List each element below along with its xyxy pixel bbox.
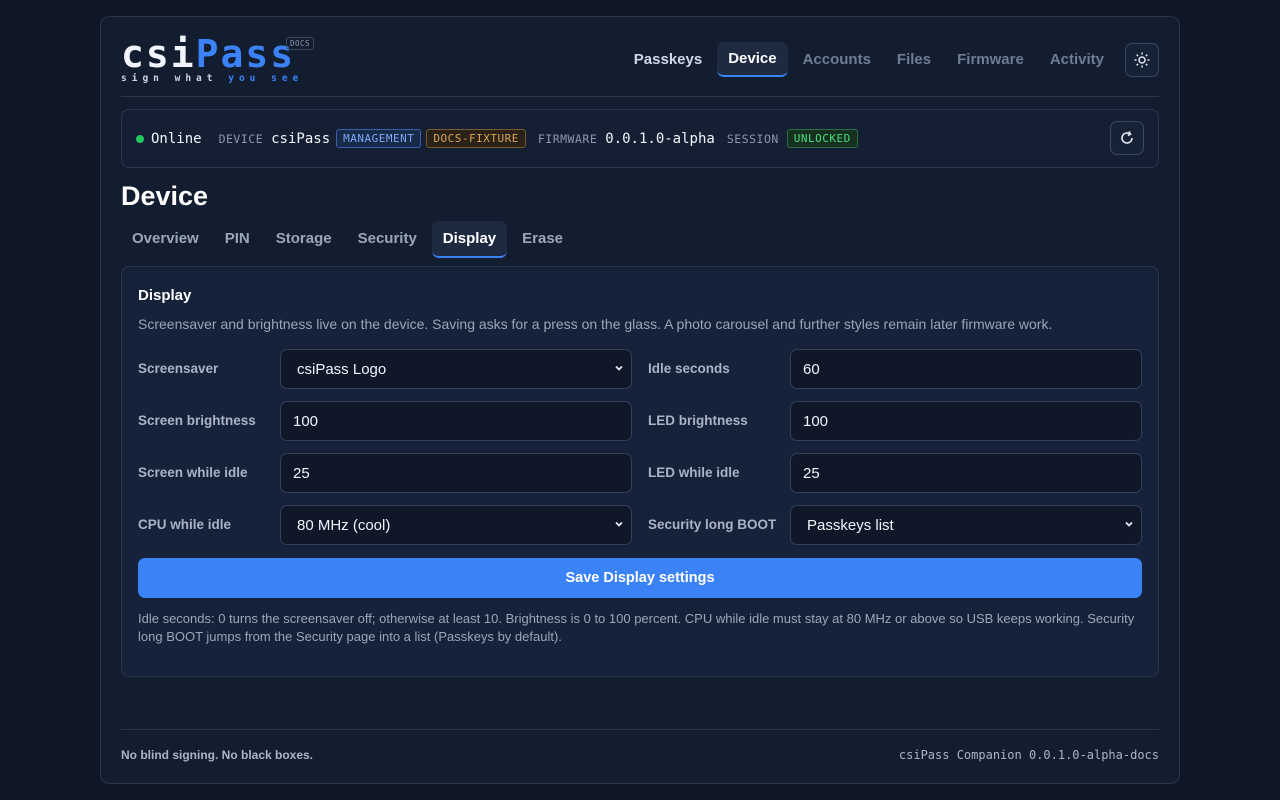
footer-tagline: No blind signing. No black boxes. bbox=[121, 748, 314, 762]
connection-state: Online bbox=[151, 130, 202, 147]
cpu-idle-select[interactable]: 80 MHz (cool) bbox=[280, 505, 632, 545]
refresh-button[interactable] bbox=[1110, 121, 1144, 155]
docs-fixture-badge: DOCS-FIXTURE bbox=[426, 129, 526, 148]
app-frame: csiPass sign what you see DOCS Passkeys … bbox=[100, 16, 1180, 784]
idle-seconds-value: 60 bbox=[803, 360, 820, 378]
led-idle-value: 25 bbox=[803, 464, 820, 482]
tab-erase[interactable]: Erase bbox=[511, 221, 574, 258]
screen-brightness-label: Screen brightness bbox=[138, 413, 256, 428]
tab-display[interactable]: Display bbox=[431, 221, 508, 258]
logo-wordmark: csiPass bbox=[121, 35, 303, 73]
session-state-badge: UNLOCKED bbox=[786, 129, 858, 148]
management-badge: MANAGEMENT bbox=[336, 129, 422, 148]
device-name: csiPass bbox=[271, 130, 331, 147]
tab-storage[interactable]: Storage bbox=[265, 221, 343, 258]
firmware-version: 0.0.1.0-alpha bbox=[605, 130, 715, 147]
screensaver-label: Screensaver bbox=[138, 361, 219, 376]
footer-version: csiPass Companion 0.0.1.0-alpha-docs bbox=[898, 748, 1159, 762]
app-header: csiPass sign what you see DOCS Passkeys … bbox=[121, 17, 1159, 97]
nav-firmware[interactable]: Firmware bbox=[946, 43, 1035, 76]
footer-divider bbox=[121, 729, 1159, 730]
chevron-down-icon bbox=[615, 365, 623, 371]
led-brightness-label: LED brightness bbox=[648, 413, 748, 428]
docs-badge: DOCS bbox=[286, 37, 315, 50]
cpu-idle-label: CPU while idle bbox=[138, 517, 232, 532]
led-idle-input[interactable]: 25 bbox=[790, 453, 1142, 493]
save-display-settings-button[interactable]: Save Display settings bbox=[138, 558, 1142, 598]
screen-brightness-value: 100 bbox=[293, 412, 319, 430]
chevron-down-icon bbox=[615, 521, 623, 527]
idle-seconds-label: Idle seconds bbox=[648, 361, 730, 376]
led-idle-label: LED while idle bbox=[648, 465, 740, 480]
tab-overview[interactable]: Overview bbox=[121, 221, 210, 258]
panel-description: Screensaver and brightness live on the d… bbox=[138, 316, 1053, 332]
led-brightness-value: 100 bbox=[803, 412, 829, 430]
help-text: Idle seconds: 0 turns the screensaver of… bbox=[138, 611, 1135, 644]
screen-brightness-input[interactable]: 100 bbox=[280, 401, 632, 441]
screen-idle-value: 25 bbox=[293, 464, 310, 482]
sun-icon bbox=[1134, 52, 1150, 67]
screensaver-select[interactable]: csiPass Logo bbox=[280, 349, 632, 389]
logo-csi: csi bbox=[121, 32, 196, 76]
security-boot-value: Passkeys list bbox=[807, 516, 894, 534]
chevron-down-icon bbox=[1125, 521, 1133, 527]
tagline-part-b: you see bbox=[228, 73, 304, 84]
firmware-key: FIRMWARE bbox=[537, 131, 598, 146]
led-brightness-input[interactable]: 100 bbox=[790, 401, 1142, 441]
session-key: SESSION bbox=[726, 131, 779, 146]
device-status-bar: Online DEVICE csiPass MANAGEMENT DOCS-FI… bbox=[121, 109, 1159, 168]
nav-activity[interactable]: Activity bbox=[1039, 43, 1115, 76]
security-boot-label: Security long BOOT bbox=[648, 517, 777, 532]
panel-title: Display bbox=[138, 287, 192, 304]
logo[interactable]: csiPass sign what you see DOCS bbox=[121, 35, 315, 84]
cpu-idle-value: 80 MHz (cool) bbox=[297, 516, 391, 534]
refresh-icon bbox=[1121, 131, 1133, 144]
nav-passkeys[interactable]: Passkeys bbox=[623, 43, 713, 76]
screen-idle-label: Screen while idle bbox=[138, 465, 248, 480]
display-settings-panel: Display Screensaver and brightness live … bbox=[121, 266, 1159, 677]
theme-toggle-button[interactable] bbox=[1125, 42, 1159, 77]
nav-device[interactable]: Device bbox=[717, 42, 788, 77]
screen-idle-input[interactable]: 25 bbox=[280, 453, 632, 493]
nav-files[interactable]: Files bbox=[886, 43, 942, 76]
security-boot-select[interactable]: Passkeys list bbox=[790, 505, 1142, 545]
nav-accounts[interactable]: Accounts bbox=[792, 43, 882, 76]
device-tabs: Overview PIN Storage Security Display Er… bbox=[121, 221, 578, 258]
tab-security[interactable]: Security bbox=[347, 221, 428, 258]
logo-tagline: sign what you see bbox=[121, 73, 303, 84]
tab-pin[interactable]: PIN bbox=[214, 221, 261, 258]
tagline-part-a: sign what bbox=[121, 73, 218, 84]
logo-pass: Pass bbox=[195, 32, 296, 76]
page-title: Device bbox=[121, 181, 209, 211]
idle-seconds-input[interactable]: 60 bbox=[790, 349, 1142, 389]
device-key: DEVICE bbox=[218, 131, 264, 146]
main-nav: Passkeys Device Accounts Files Firmware … bbox=[619, 42, 1159, 77]
screensaver-value: csiPass Logo bbox=[297, 360, 387, 378]
online-indicator-icon bbox=[136, 134, 144, 143]
